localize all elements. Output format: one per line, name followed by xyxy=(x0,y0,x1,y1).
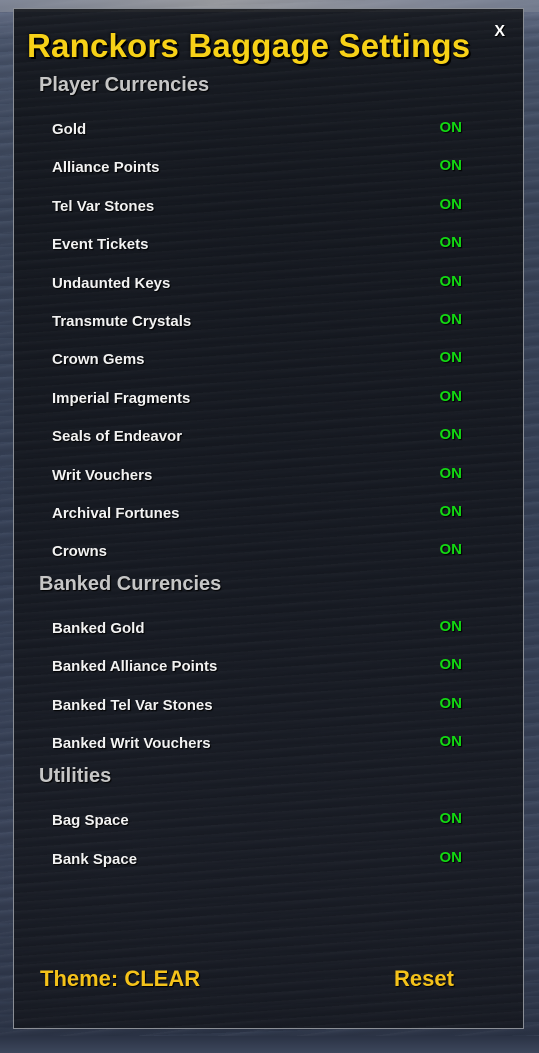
setting-label: Alliance Points xyxy=(52,159,160,176)
reset-button[interactable]: Reset xyxy=(394,966,454,992)
toggle-bank-space[interactable]: ON xyxy=(440,849,463,866)
setting-label: Archival Fortunes xyxy=(52,505,180,522)
setting-row-banked-tel-var-stones[interactable]: Banked Tel Var Stones ON xyxy=(52,695,462,717)
setting-row-crown-gems[interactable]: Crown Gems ON xyxy=(52,349,462,371)
theme-button[interactable]: Theme: CLEAR xyxy=(40,966,200,992)
section-header-player-currencies: Player Currencies xyxy=(39,74,210,96)
toggle-banked-writ-vouchers[interactable]: ON xyxy=(440,733,463,750)
setting-label: Tel Var Stones xyxy=(52,198,155,215)
setting-label: Banked Tel Var Stones xyxy=(52,697,213,714)
panel-title: Ranckors Baggage Settings xyxy=(27,27,471,64)
setting-label: Banked Writ Vouchers xyxy=(52,735,211,752)
setting-label: Banked Alliance Points xyxy=(52,658,218,675)
toggle-crowns[interactable]: ON xyxy=(440,541,463,558)
setting-label: Crowns xyxy=(52,543,108,560)
toggle-bag-space[interactable]: ON xyxy=(440,810,463,827)
setting-row-bank-space[interactable]: Bank Space ON xyxy=(52,849,462,871)
setting-row-banked-alliance-points[interactable]: Banked Alliance Points ON xyxy=(52,656,462,678)
settings-panel: Ranckors Baggage Settings X Player Curre… xyxy=(13,8,524,1029)
toggle-archival-fortunes[interactable]: ON xyxy=(440,503,463,520)
setting-row-gold[interactable]: Gold ON xyxy=(52,119,462,141)
toggle-undaunted-keys[interactable]: ON xyxy=(440,273,463,290)
setting-row-event-tickets[interactable]: Event Tickets ON xyxy=(52,234,462,256)
setting-label: Seals of Endeavor xyxy=(52,428,183,445)
setting-label: Event Tickets xyxy=(52,236,149,253)
setting-row-banked-writ-vouchers[interactable]: Banked Writ Vouchers ON xyxy=(52,733,462,755)
setting-label: Bank Space xyxy=(52,851,138,868)
toggle-seals-of-endeavor[interactable]: ON xyxy=(440,426,463,443)
toggle-banked-gold[interactable]: ON xyxy=(440,618,463,635)
setting-row-writ-vouchers[interactable]: Writ Vouchers ON xyxy=(52,465,462,487)
toggle-gold[interactable]: ON xyxy=(440,119,463,136)
toggle-writ-vouchers[interactable]: ON xyxy=(440,465,463,482)
toggle-banked-tel-var-stones[interactable]: ON xyxy=(440,695,463,712)
toggle-banked-alliance-points[interactable]: ON xyxy=(440,656,463,673)
setting-row-seals-of-endeavor[interactable]: Seals of Endeavor ON xyxy=(52,426,462,448)
setting-row-undaunted-keys[interactable]: Undaunted Keys ON xyxy=(52,273,462,295)
setting-label: Transmute Crystals xyxy=(52,313,192,330)
setting-row-archival-fortunes[interactable]: Archival Fortunes ON xyxy=(52,503,462,525)
setting-row-bag-space[interactable]: Bag Space ON xyxy=(52,810,462,832)
setting-row-transmute-crystals[interactable]: Transmute Crystals ON xyxy=(52,311,462,333)
background-scene-bottom xyxy=(0,1036,539,1053)
setting-row-tel-var-stones[interactable]: Tel Var Stones ON xyxy=(52,196,462,218)
setting-row-crowns[interactable]: Crowns ON xyxy=(52,541,462,563)
setting-row-alliance-points[interactable]: Alliance Points ON xyxy=(52,157,462,179)
setting-label: Banked Gold xyxy=(52,620,145,637)
section-header-banked-currencies: Banked Currencies xyxy=(39,573,222,595)
setting-label: Imperial Fragments xyxy=(52,390,191,407)
setting-row-banked-gold[interactable]: Banked Gold ON xyxy=(52,618,462,640)
toggle-alliance-points[interactable]: ON xyxy=(440,157,463,174)
setting-label: Bag Space xyxy=(52,812,129,829)
setting-label: Gold xyxy=(52,121,87,138)
setting-label: Writ Vouchers xyxy=(52,467,153,484)
setting-label: Crown Gems xyxy=(52,351,145,368)
close-button[interactable]: X xyxy=(494,23,505,41)
setting-row-imperial-fragments[interactable]: Imperial Fragments ON xyxy=(52,388,462,410)
toggle-imperial-fragments[interactable]: ON xyxy=(440,388,463,405)
toggle-tel-var-stones[interactable]: ON xyxy=(440,196,463,213)
toggle-event-tickets[interactable]: ON xyxy=(440,234,463,251)
section-header-utilities: Utilities xyxy=(39,765,112,787)
toggle-transmute-crystals[interactable]: ON xyxy=(440,311,463,328)
setting-label: Undaunted Keys xyxy=(52,275,171,292)
toggle-crown-gems[interactable]: ON xyxy=(440,349,463,366)
